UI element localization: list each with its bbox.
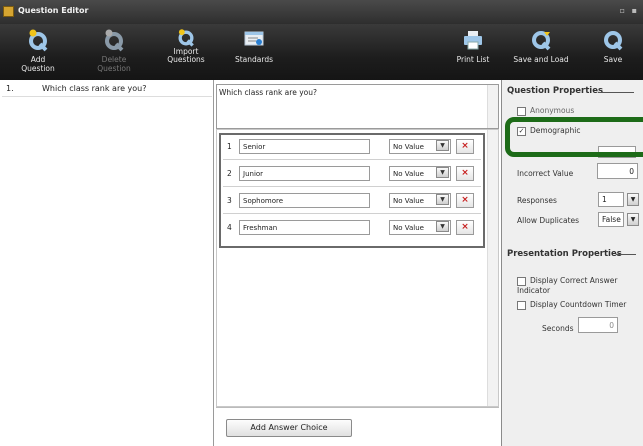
display-correct-answer-checkbox[interactable]: Display Correct Answer Indicator: [517, 276, 643, 295]
standards-label: Standards: [234, 55, 274, 64]
question-list-text: Which class rank are you?: [42, 84, 147, 93]
print-list-label: Print List: [456, 55, 490, 64]
answer-text-input[interactable]: Junior: [239, 166, 370, 181]
save-and-load-icon: [532, 31, 551, 51]
answer-text-input[interactable]: Senior: [239, 139, 370, 154]
save-button[interactable]: Save: [596, 28, 630, 76]
save-label: Save: [603, 55, 623, 64]
display-countdown-timer-label: Display Countdown Timer: [530, 300, 627, 309]
delete-answer-icon[interactable]: ×: [456, 193, 474, 208]
question-list-pane: [0, 80, 214, 446]
answer-choices-list: 1 Senior No Value ▼ × 2 Junior No Value …: [219, 133, 485, 248]
question-text-value: Which class rank are you?: [219, 88, 317, 97]
import-questions-button[interactable]: Import Questions: [166, 28, 206, 76]
question-list-item[interactable]: 1. Which class rank are you?: [2, 84, 212, 96]
answer-row: 3 Sophomore No Value ▼ ×: [223, 189, 481, 214]
add-question-label: Add Question: [21, 55, 55, 73]
window-controls[interactable]: ▫ ▪: [620, 6, 639, 15]
incorrect-value-label: Incorrect Value: [517, 169, 574, 178]
answer-row: 4 Freshman No Value ▼ ×: [223, 216, 481, 240]
answer-number: 3: [227, 196, 232, 205]
add-question-button[interactable]: Add Question: [18, 28, 58, 76]
add-answer-choice-button[interactable]: Add Answer Choice: [226, 419, 352, 437]
answer-row: 2 Junior No Value ▼ ×: [223, 162, 481, 187]
print-list-button[interactable]: Print List: [454, 28, 492, 76]
answers-scrollbar[interactable]: [487, 130, 498, 406]
answer-number: 1: [227, 142, 232, 151]
answer-number: 4: [227, 223, 232, 232]
divider: [2, 96, 212, 97]
answer-number: 2: [227, 169, 232, 178]
chevron-down-icon[interactable]: ▼: [627, 193, 639, 206]
question-properties-heading: Question Properties: [507, 86, 604, 96]
window-title: Question Editor: [18, 6, 89, 15]
question-number: 1.: [6, 84, 14, 93]
presentation-properties-heading: Presentation Properties: [507, 249, 622, 259]
chevron-down-icon[interactable]: ▼: [436, 140, 449, 151]
seconds-input[interactable]: 0: [578, 317, 618, 333]
responses-label: Responses: [517, 196, 557, 205]
divider: [216, 407, 499, 408]
import-questions-label-2: Questions: [167, 55, 205, 64]
responses-select[interactable]: 1: [598, 192, 624, 207]
question-scrollbar[interactable]: [487, 85, 498, 128]
chevron-down-icon[interactable]: ▼: [436, 167, 449, 178]
delete-question-label: Delete Question: [97, 55, 131, 73]
delete-question-icon: [105, 29, 124, 52]
allow-duplicates-select[interactable]: False: [598, 212, 624, 227]
answer-text-input[interactable]: Freshman: [239, 220, 370, 235]
divider: [598, 92, 634, 93]
printer-icon: [464, 31, 482, 50]
seconds-label: Seconds: [542, 324, 574, 333]
standards-icon: [244, 31, 264, 46]
display-countdown-timer-checkbox[interactable]: Display Countdown Timer: [517, 300, 626, 310]
allow-duplicates-label: Allow Duplicates: [517, 216, 580, 225]
delete-answer-icon[interactable]: ×: [456, 139, 474, 154]
delete-question-button[interactable]: Delete Question: [86, 28, 142, 76]
chevron-down-icon[interactable]: ▼: [436, 221, 449, 232]
title-bar: Question Editor ▫ ▪: [0, 0, 643, 24]
highlight-annotation: [505, 117, 643, 157]
save-and-load-button[interactable]: Save and Load: [511, 28, 571, 76]
save-icon: [604, 31, 623, 51]
save-and-load-label: Save and Load: [513, 55, 569, 64]
toolbar: Add Question Delete Question Import Ques…: [0, 24, 643, 80]
anonymous-label: Anonymous: [530, 106, 575, 115]
chevron-down-icon[interactable]: ▼: [627, 213, 639, 226]
import-questions-icon: [178, 29, 194, 47]
delete-answer-icon[interactable]: ×: [456, 166, 474, 181]
add-question-icon: [29, 29, 48, 52]
question-text-input[interactable]: Which class rank are you?: [216, 84, 499, 129]
divider: [616, 254, 636, 255]
incorrect-value-input[interactable]: 0: [597, 163, 638, 179]
chevron-down-icon[interactable]: ▼: [436, 194, 449, 205]
app-icon: [3, 6, 14, 17]
anonymous-checkbox[interactable]: Anonymous: [517, 106, 574, 116]
delete-answer-icon[interactable]: ×: [456, 220, 474, 235]
display-correct-answer-label: Display Correct Answer Indicator: [517, 276, 618, 295]
answer-row: 1 Senior No Value ▼ ×: [223, 135, 481, 160]
standards-button[interactable]: Standards: [234, 28, 274, 76]
answer-text-input[interactable]: Sophomore: [239, 193, 370, 208]
